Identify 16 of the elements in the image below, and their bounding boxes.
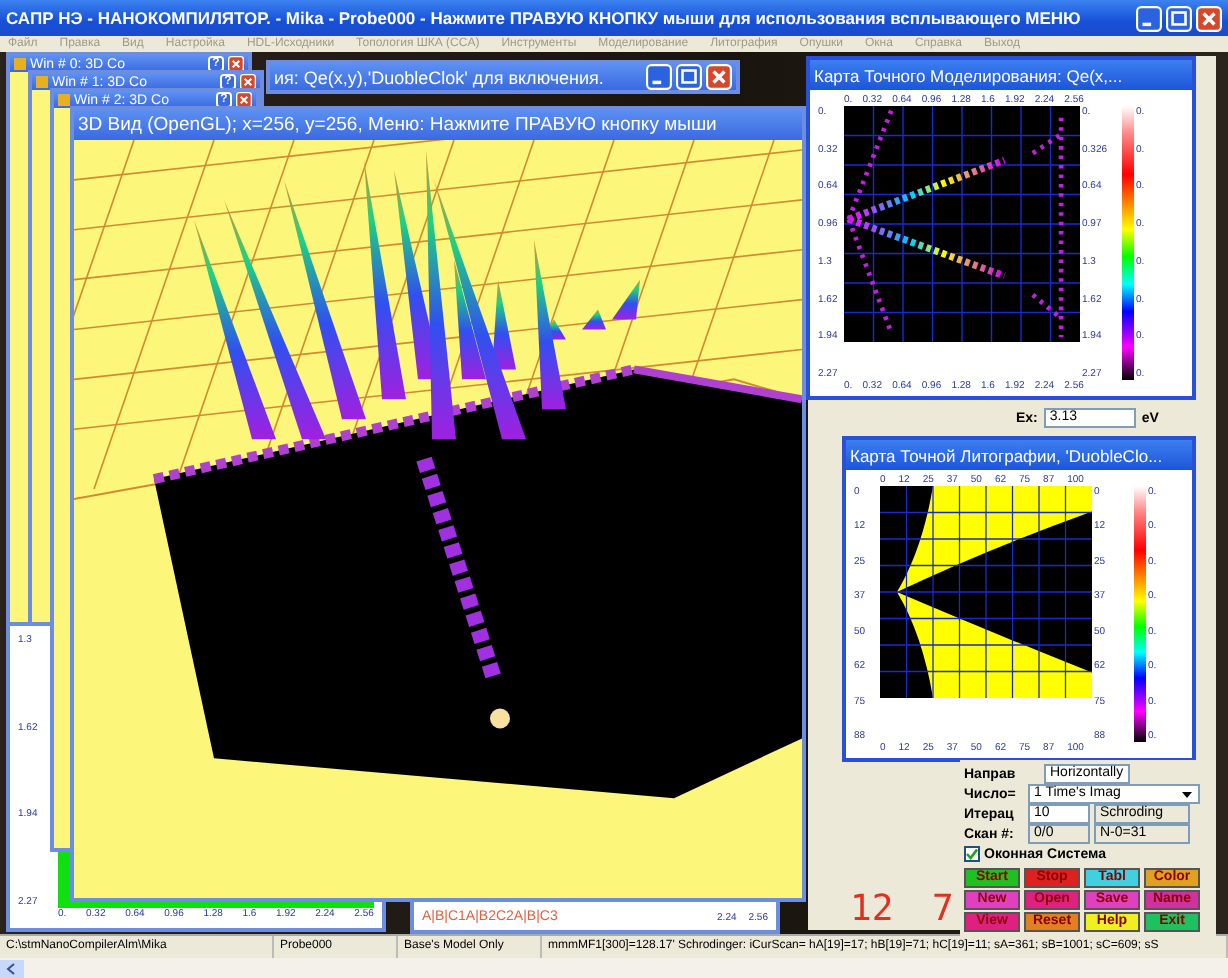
close-icon[interactable]: [1196, 5, 1222, 31]
window-title: Карта Точного Моделирования: Qe(x,...: [814, 65, 1125, 85]
scroll-left-icon[interactable]: [0, 959, 24, 977]
minimize-icon[interactable]: [1136, 5, 1162, 31]
dropdown-arrow-icon[interactable]: [1180, 787, 1194, 801]
window-title: ия: Qe(x,y),'DuobleClok' для включения.: [274, 67, 606, 87]
checkbox[interactable]: [964, 846, 980, 862]
clock-digits: 12: [850, 888, 894, 930]
maximize-icon[interactable]: [1166, 5, 1192, 31]
clock-digits: 7: [932, 888, 954, 930]
window-title: САПР НЭ - НАНОКОМПИЛЯТОР. - Mika - Probe000 - Нажмите ПРАВУЮ КНОПКУ мыши для использования всплывающего МЕНЮ: [6, 8, 1083, 28]
close-icon[interactable]: [706, 64, 732, 90]
window-title: 3D Вид (OpenGL); x=256, y=256, Меню: Нажмите ПРАВУЮ кнопку мыши: [78, 114, 719, 136]
maximize-icon[interactable]: [676, 64, 702, 90]
window-title: Карта Точной Литографии, 'DuobleClo...: [850, 445, 1165, 465]
minimize-icon[interactable]: [646, 64, 672, 90]
